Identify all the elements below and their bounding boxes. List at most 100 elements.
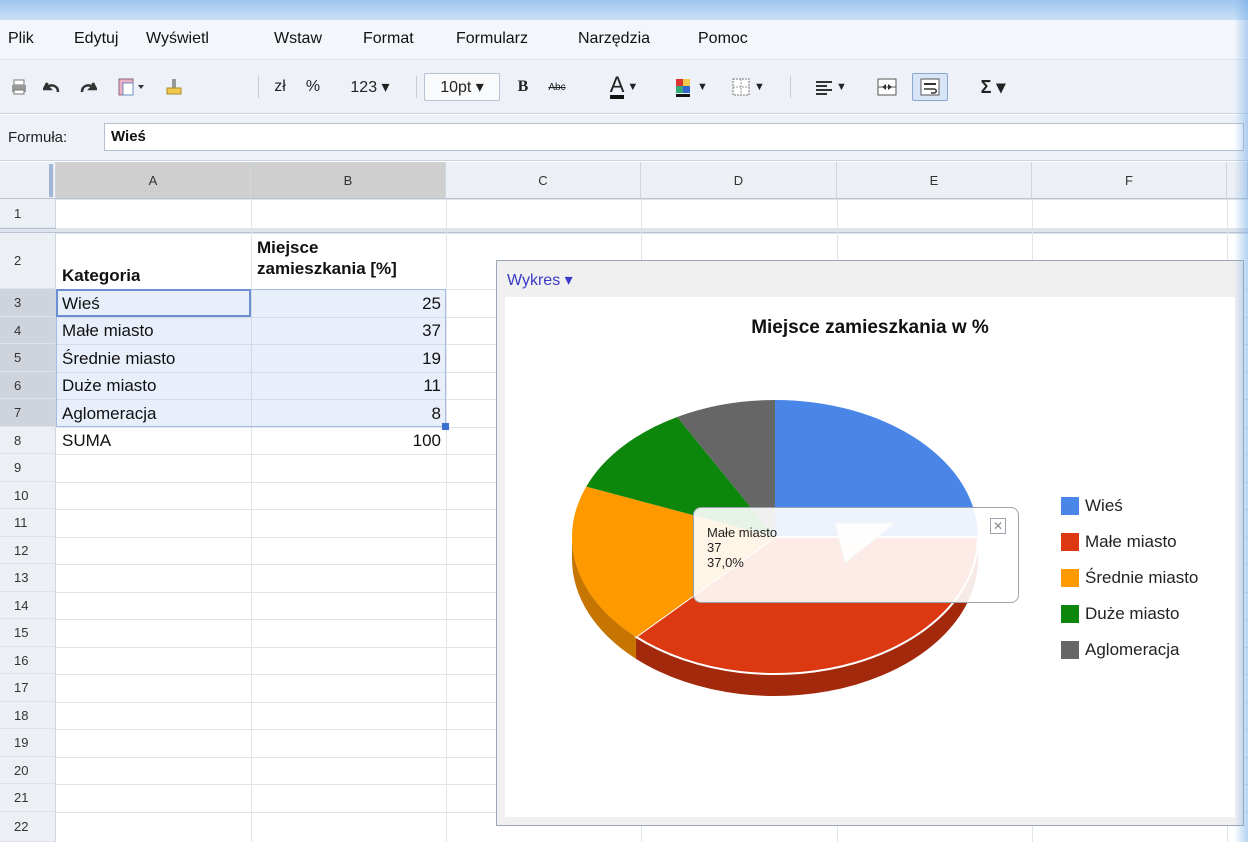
legend-swatch	[1061, 569, 1079, 587]
cell-a4[interactable]: Małe miasto	[62, 321, 154, 341]
sheet-corner[interactable]	[0, 162, 56, 199]
text-color-button[interactable]: A ▼	[598, 73, 650, 101]
wrap-text-button[interactable]	[912, 73, 948, 101]
row-header-21[interactable]: 21	[0, 784, 56, 812]
chart-menu-button[interactable]: Wykres ▾	[507, 270, 573, 290]
align-button[interactable]: ▼	[806, 73, 856, 101]
legend-item-duze-miasto[interactable]: Duże miasto	[1061, 603, 1179, 625]
row-header-5[interactable]: 5	[0, 344, 56, 372]
row-header-10[interactable]: 10	[0, 482, 56, 509]
menu-tools[interactable]: Narzędzia	[578, 30, 650, 48]
fill-color-icon	[676, 79, 691, 97]
row-header-6[interactable]: 6	[0, 372, 56, 399]
column-header-g[interactable]	[1227, 162, 1248, 199]
cell-a6[interactable]: Duże miasto	[62, 376, 156, 396]
cell-b3[interactable]: 25	[257, 294, 441, 314]
cell-a2[interactable]: Kategoria	[62, 266, 140, 286]
legend-swatch	[1061, 605, 1079, 623]
cell-b5[interactable]: 19	[257, 349, 441, 369]
font-size-dropdown[interactable]: 10pt ▾	[424, 73, 500, 101]
column-header-f[interactable]: F	[1032, 162, 1227, 199]
row-header-20[interactable]: 20	[0, 757, 56, 784]
row-header-16[interactable]: 16	[0, 647, 56, 674]
close-icon[interactable]: ✕	[990, 518, 1006, 534]
row-header-12[interactable]: 12	[0, 537, 56, 564]
row-header-7[interactable]: 7	[0, 399, 56, 427]
redo-icon[interactable]	[74, 73, 100, 101]
row-header-4[interactable]: 4	[0, 317, 56, 344]
menu-help[interactable]: Pomoc	[698, 30, 748, 48]
legend-item-male-miasto[interactable]: Małe miasto	[1061, 531, 1177, 553]
paste-icon[interactable]	[112, 73, 152, 101]
fill-handle[interactable]	[442, 423, 449, 430]
cell-a7[interactable]: Aglomeracja	[62, 404, 157, 424]
column-header-e[interactable]: E	[837, 162, 1032, 199]
row-header-8[interactable]: 8	[0, 427, 56, 454]
row-header-14[interactable]: 14	[0, 592, 56, 619]
cell-a3[interactable]: Wieś	[62, 294, 100, 314]
menu-insert[interactable]: Wstaw	[274, 30, 322, 48]
chart-panel[interactable]: Wykres ▾ Miejsce zamieszkania w % Wieś M…	[496, 260, 1244, 826]
percent-button[interactable]: %	[302, 73, 324, 101]
column-header-d[interactable]: D	[641, 162, 837, 199]
row-header-9[interactable]: 9	[0, 454, 56, 482]
toolbar-separator	[258, 76, 259, 98]
row-header-18[interactable]: 18	[0, 702, 56, 729]
grid-row-line	[56, 228, 1248, 229]
bold-button[interactable]: B	[510, 73, 536, 101]
column-header-a[interactable]: A	[56, 162, 251, 199]
row-header-17[interactable]: 17	[0, 674, 56, 702]
cell-a8[interactable]: SUMA	[62, 431, 111, 451]
chart-tooltip: Małe miasto 37 37,0% ✕	[693, 507, 1019, 603]
sum-button[interactable]: Σ ▾	[966, 73, 1020, 101]
fill-color-button[interactable]: ▼	[668, 73, 714, 101]
legend-item-srednie-miasto[interactable]: Średnie miasto	[1061, 567, 1198, 589]
formula-input[interactable]: Wieś	[104, 123, 1244, 151]
cell-b4[interactable]: 37	[257, 321, 441, 341]
row-header-3[interactable]: 3	[0, 289, 56, 317]
strikethrough-button[interactable]: Abc	[540, 73, 574, 101]
currency-button[interactable]: zł	[268, 73, 292, 101]
undo-icon[interactable]	[40, 73, 66, 101]
row-header-13[interactable]: 13	[0, 564, 56, 592]
row-header-19[interactable]: 19	[0, 729, 56, 757]
row-header-22[interactable]: 22	[0, 812, 56, 842]
row-header-1[interactable]: 1	[0, 199, 56, 228]
legend-item-wies[interactable]: Wieś	[1061, 495, 1123, 517]
paint-format-icon[interactable]	[160, 73, 188, 101]
grid-row-line	[56, 233, 1248, 234]
legend-swatch	[1061, 641, 1079, 659]
freeze-handle[interactable]	[49, 164, 53, 197]
borders-button[interactable]: ▼	[722, 73, 774, 101]
menu-format[interactable]: Format	[363, 30, 414, 48]
legend-label: Średnie miasto	[1085, 568, 1199, 587]
menu-file[interactable]: Plik	[8, 30, 34, 48]
menu-form[interactable]: Formularz	[456, 30, 528, 48]
cell-b7[interactable]: 8	[257, 404, 441, 424]
row-header-15[interactable]: 15	[0, 619, 56, 647]
cell-b8[interactable]: 100	[257, 431, 441, 451]
tooltip-percent: 37,0%	[707, 555, 744, 570]
merge-cells-icon	[877, 78, 897, 96]
chevron-down-icon: ▼	[697, 81, 708, 93]
grid-row-line	[56, 199, 1248, 200]
legend-item-aglomeracja[interactable]: Aglomeracja	[1061, 639, 1180, 661]
row-header-11[interactable]: 11	[0, 509, 56, 537]
merge-cells-button[interactable]	[872, 73, 902, 101]
legend-label: Duże miasto	[1085, 604, 1180, 623]
print-icon[interactable]	[6, 73, 32, 101]
number-format-dropdown[interactable]: 123 ▾	[334, 73, 406, 101]
borders-icon	[732, 78, 750, 96]
legend-label: Małe miasto	[1085, 532, 1177, 551]
column-header-b[interactable]: B	[251, 162, 446, 199]
row-header-2[interactable]: 2	[0, 233, 56, 289]
legend-label: Wieś	[1085, 496, 1123, 515]
cell-b2[interactable]: Miejsce zamieszkania [%]	[257, 237, 397, 279]
menu-edit[interactable]: Edytuj	[74, 30, 118, 48]
cell-a5[interactable]: Średnie miasto	[62, 349, 175, 369]
column-header-c[interactable]: C	[446, 162, 641, 199]
menu-view[interactable]: Wyświetl	[146, 30, 209, 48]
cell-b6[interactable]: 11	[257, 376, 441, 396]
window-title-bar	[0, 0, 1248, 20]
toolbar: zł % 123 ▾ 10pt ▾ B Abc A ▼ ▼ ▼ ▼ Σ ▾	[0, 60, 1248, 114]
